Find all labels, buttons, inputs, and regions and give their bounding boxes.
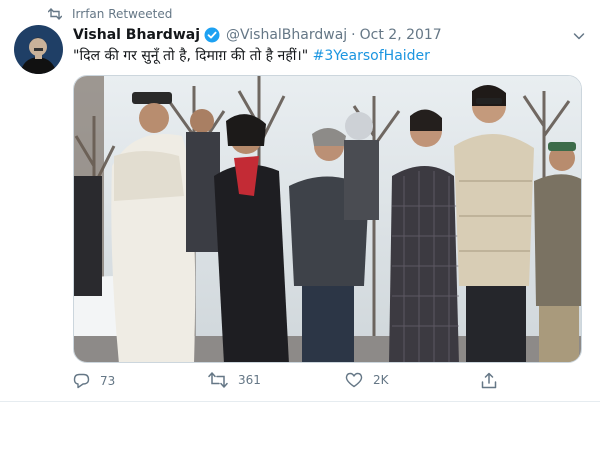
tweet-photo[interactable] [73, 75, 582, 363]
retweet-label: Irrfan Retweeted [72, 7, 173, 21]
retweet-icon [48, 8, 62, 20]
tweet-header: Vishal Bhardwaj @VishalBhardwaj · Oct 2,… [73, 25, 442, 45]
separator: · [351, 27, 356, 43]
tweet-quote: "दिल की गर सुनूँ तो है, दिमाग़ की तो है … [73, 48, 313, 64]
avatar[interactable] [14, 25, 63, 74]
tweet-actions: 73 361 2K [73, 372, 513, 392]
tweet-date[interactable]: Oct 2, 2017 [360, 27, 442, 43]
like-count: 2K [373, 373, 389, 387]
reply-count: 73 [100, 373, 116, 388]
retweet-count: 361 [238, 373, 261, 387]
heart-icon [345, 372, 363, 388]
reply-icon [73, 372, 90, 389]
retweet-context: Irrfan Retweeted [48, 6, 172, 22]
share-button[interactable] [481, 372, 497, 389]
tweet-text: "दिल की गर सुनूँ तो है, दिमाग़ की तो है … [73, 46, 430, 66]
share-icon [481, 372, 497, 389]
retweet-icon [208, 372, 228, 388]
verified-badge-icon [204, 27, 220, 43]
author-handle[interactable]: @VishalBhardwaj [226, 27, 347, 43]
retweet-button[interactable]: 361 [208, 372, 261, 388]
like-button[interactable]: 2K [345, 372, 389, 388]
tweet[interactable]: Irrfan Retweeted Vishal Bhardwaj @Vishal… [0, 0, 600, 402]
reply-button[interactable]: 73 [73, 372, 115, 389]
author-name[interactable]: Vishal Bhardwaj [73, 27, 200, 43]
chevron-down-icon[interactable] [572, 28, 586, 47]
hashtag-link[interactable]: #3YearsofHaider [313, 48, 430, 64]
